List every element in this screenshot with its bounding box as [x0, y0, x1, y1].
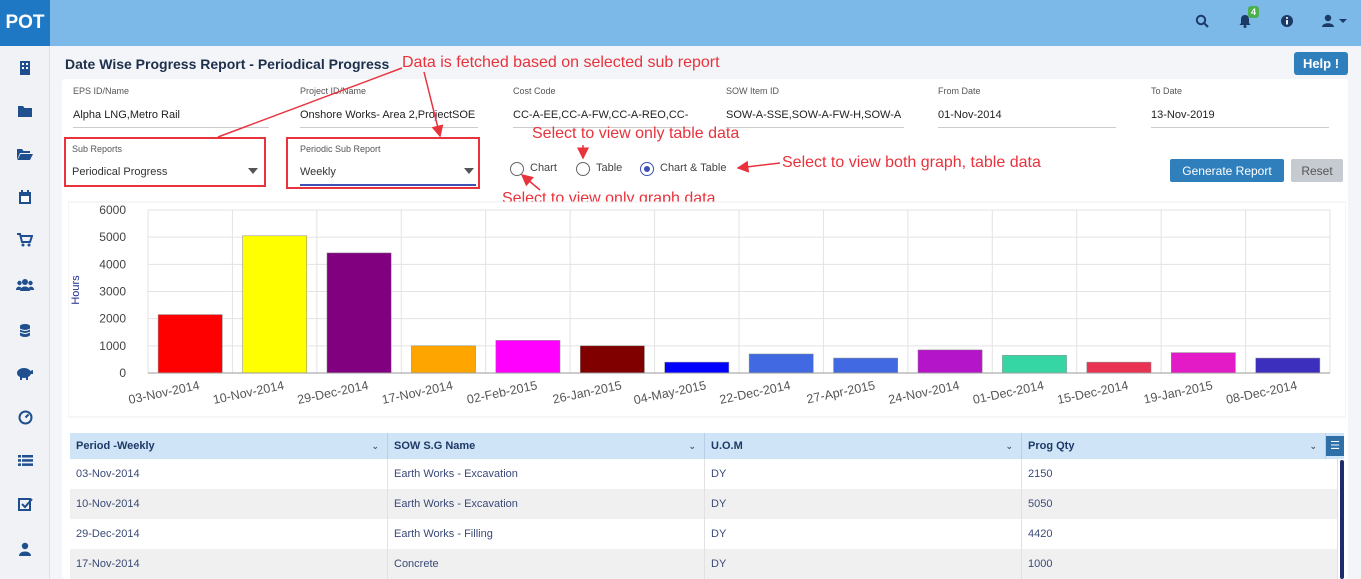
table-row[interactable]: 10-Nov-2014 Earth Works - Excavation DY … — [70, 489, 1338, 519]
table-row[interactable]: 17-Nov-2014 Concrete DY 1000 — [70, 549, 1338, 579]
cell-sow-name: Earth Works - Excavation — [388, 489, 705, 519]
chevron-down-icon[interactable]: ⌄ — [371, 433, 379, 459]
y-tick-label: 2000 — [99, 312, 126, 326]
arrow-to-sub-reports — [217, 67, 403, 138]
cell-uom: DY — [705, 459, 1022, 489]
y-axis-label: Hours — [70, 275, 82, 305]
bar — [748, 353, 814, 374]
cell-prog-qty: 4420 — [1022, 519, 1338, 549]
bar — [1255, 357, 1321, 374]
cell-prog-qty: 2150 — [1022, 459, 1338, 489]
cell-sow-name: Concrete — [388, 549, 705, 579]
cell-period: 10-Nov-2014 — [70, 489, 388, 519]
bar — [242, 235, 307, 374]
bar — [1002, 355, 1067, 374]
bar — [1171, 352, 1236, 374]
bar — [580, 345, 645, 374]
y-tick-label: 6000 — [99, 203, 126, 217]
bar — [326, 252, 392, 374]
table-scrollbar[interactable] — [1340, 460, 1344, 579]
bar — [411, 345, 476, 374]
column-header-sow-name[interactable]: SOW S.G Name ⌄ — [388, 433, 705, 459]
column-header-uom[interactable]: U.O.M ⌄ — [705, 433, 1022, 459]
cell-sow-name: Earth Works - Filling — [388, 519, 705, 549]
cell-period: 03-Nov-2014 — [70, 459, 388, 489]
cell-period: 17-Nov-2014 — [70, 549, 388, 579]
chevron-down-icon[interactable]: ⌄ — [1309, 433, 1317, 459]
arrow-to-periodic-sub-report — [423, 71, 444, 138]
bar — [833, 357, 898, 374]
column-header-prog-qty[interactable]: Prog Qty ⌄ — [1022, 433, 1326, 459]
bar — [495, 340, 561, 374]
arrow-to-chart-radio — [520, 174, 541, 191]
table-row[interactable]: 29-Dec-2014 Earth Works - Filling DY 442… — [70, 519, 1338, 549]
cell-prog-qty: 1000 — [1022, 549, 1338, 579]
cell-uom: DY — [705, 549, 1022, 579]
bar — [917, 349, 983, 374]
chevron-down-icon[interactable]: ⌄ — [1005, 433, 1013, 459]
table-header: Period -Weekly ⌄ SOW S.G Name ⌄ U.O.M ⌄ Pro… — [70, 433, 1344, 459]
chevron-down-icon[interactable]: ⌄ — [688, 433, 696, 459]
cell-prog-qty: 5050 — [1022, 489, 1338, 519]
arrow-to-chart-table-radio — [736, 160, 781, 173]
column-menu-icon[interactable]: ☰ — [1326, 436, 1344, 456]
bar — [664, 361, 730, 374]
bar — [157, 314, 223, 374]
y-tick-label: 4000 — [99, 257, 126, 271]
y-tick-label: 5000 — [99, 230, 126, 244]
bar — [1086, 361, 1152, 374]
cell-uom: DY — [705, 489, 1022, 519]
cell-uom: DY — [705, 519, 1022, 549]
y-tick-label: 0 — [119, 366, 126, 380]
table-row[interactable]: 03-Nov-2014 Earth Works - Excavation DY … — [70, 459, 1338, 489]
progress-bar-chart: 0100020003000400050006000Hours03-Nov-201… — [68, 201, 1346, 418]
cell-period: 29-Dec-2014 — [70, 519, 388, 549]
column-header-period[interactable]: Period -Weekly ⌄ — [70, 433, 388, 459]
cell-sow-name: Earth Works - Excavation — [388, 459, 705, 489]
y-tick-label: 1000 — [99, 339, 126, 353]
y-tick-label: 3000 — [99, 285, 126, 299]
